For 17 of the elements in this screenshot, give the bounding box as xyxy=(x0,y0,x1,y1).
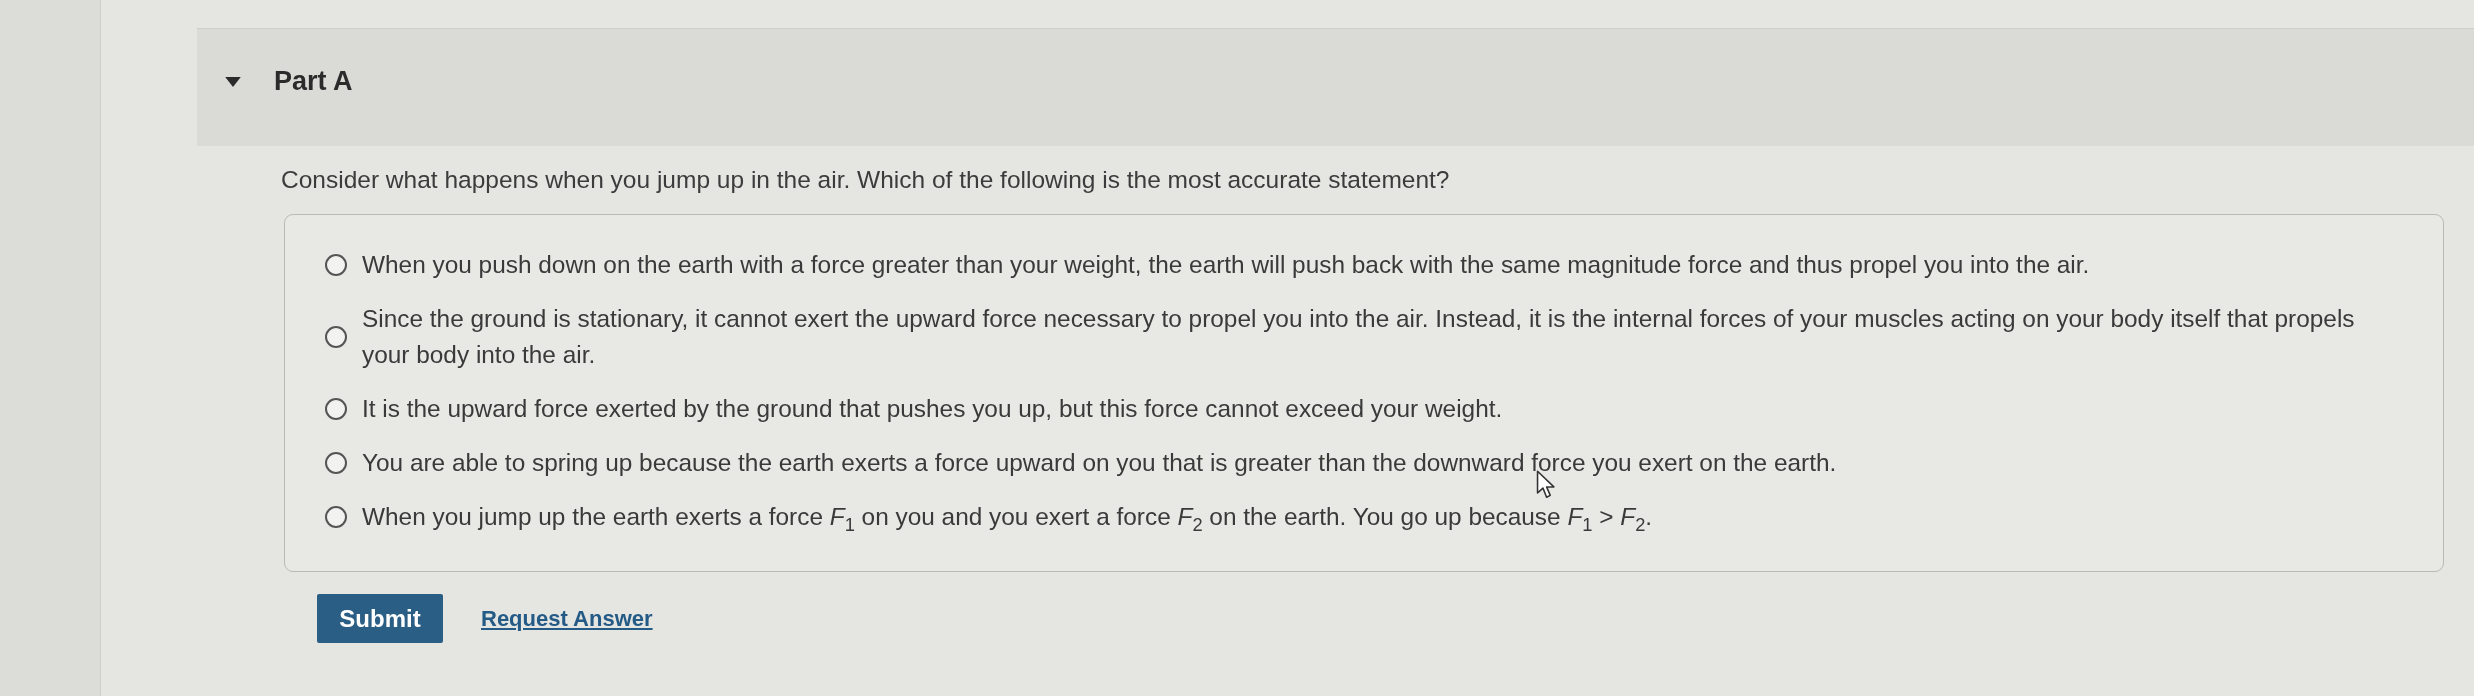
option-label[interactable]: When you push down on the earth with a force greater than your weight, the earth will push back with the same magnitude force and thus propel you into the air. xyxy=(362,247,2090,283)
radio-button[interactable] xyxy=(325,452,347,474)
option-label[interactable]: It is the upward force exerted by the ground that pushes you up, but this force cannot exceed your weight. xyxy=(362,391,1503,427)
submit-button[interactable]: Submit xyxy=(317,594,443,643)
radio-button[interactable] xyxy=(325,326,347,348)
radio-button[interactable] xyxy=(325,254,347,276)
question-text: Consider what happens when you jump up in the air. Which of the following is the most accurate statement? xyxy=(281,166,1451,194)
option-label[interactable]: When you jump up the earth exerts a force F$_{1}$ on you and you exert a force F$_{2}$ on the earth. You go up because F$_{1}$ > F$_{2}$. xyxy=(362,499,1653,535)
section-title: Part A xyxy=(274,66,353,97)
radio-button[interactable] xyxy=(325,506,347,528)
option-label[interactable]: You are able to spring up because the earth exerts a force upward on you that is greater than the downward force you exert on the earth. xyxy=(362,445,1837,481)
mouse-cursor-icon xyxy=(1536,470,1556,499)
caret-icon[interactable] xyxy=(225,76,241,87)
section-header[interactable]: Part A xyxy=(197,28,2474,146)
request-answer-link[interactable]: Request Answer xyxy=(481,605,653,632)
option-label[interactable]: Since the ground is stationary, it cannot exert the upward force necessary to propel you into the air. Instead, it is the internal forces of your muscles acting on your body itself that propels your body into the air. xyxy=(362,301,2392,373)
radio-button[interactable] xyxy=(325,398,347,420)
